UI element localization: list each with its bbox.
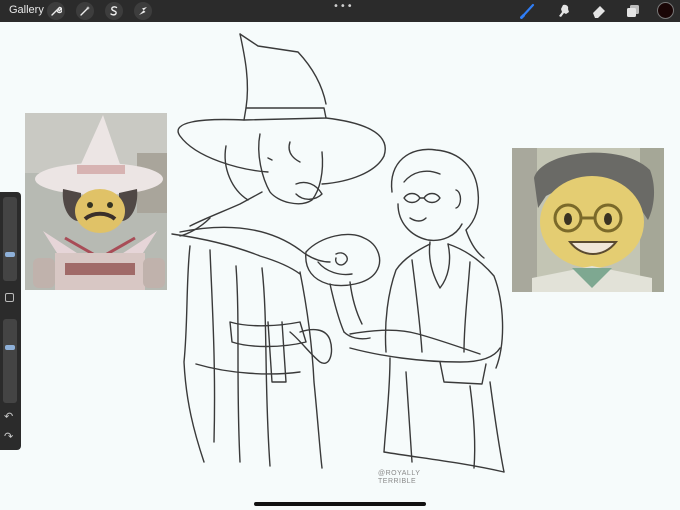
selection-icon (110, 6, 118, 16)
eraser-tool-button[interactable] (590, 2, 608, 20)
selection-button[interactable] (105, 2, 123, 20)
magic-wand-icon (80, 6, 90, 16)
left-sidebar: ↶ ↷ (0, 192, 21, 450)
home-indicator[interactable] (254, 502, 426, 506)
smudge-tool-button[interactable] (556, 2, 574, 20)
opacity-thumb[interactable] (5, 345, 15, 350)
brush-tool-button[interactable] (519, 2, 537, 20)
brush-size-thumb[interactable] (5, 252, 15, 257)
wrench-icon (51, 6, 62, 16)
brush-icon (520, 3, 535, 19)
brush-size-slider[interactable] (3, 197, 17, 281)
actions-button[interactable] (47, 2, 65, 20)
adjustments-button[interactable] (76, 2, 94, 20)
redo-button[interactable]: ↷ (4, 430, 13, 443)
artist-watermark: @ROYALLY TERRIBLE (378, 470, 421, 485)
menu-dots[interactable]: ••• (333, 1, 354, 12)
sketch-artwork (171, 33, 505, 473)
layers-icon (627, 5, 639, 17)
top-toolbar: Gallery ••• (0, 0, 680, 22)
opacity-slider[interactable] (3, 319, 17, 403)
gallery-button[interactable]: Gallery (9, 4, 44, 16)
smudge-icon (559, 4, 569, 18)
eraser-icon (593, 6, 605, 18)
layers-button[interactable] (624, 2, 642, 20)
color-picker-swatch[interactable] (657, 2, 674, 19)
modify-button[interactable] (5, 293, 14, 302)
transform-arrow-icon (139, 7, 147, 15)
undo-button[interactable]: ↶ (4, 410, 13, 423)
transform-button[interactable] (134, 2, 152, 20)
drawing-canvas[interactable]: @ROYALLY TERRIBLE (0, 22, 680, 510)
